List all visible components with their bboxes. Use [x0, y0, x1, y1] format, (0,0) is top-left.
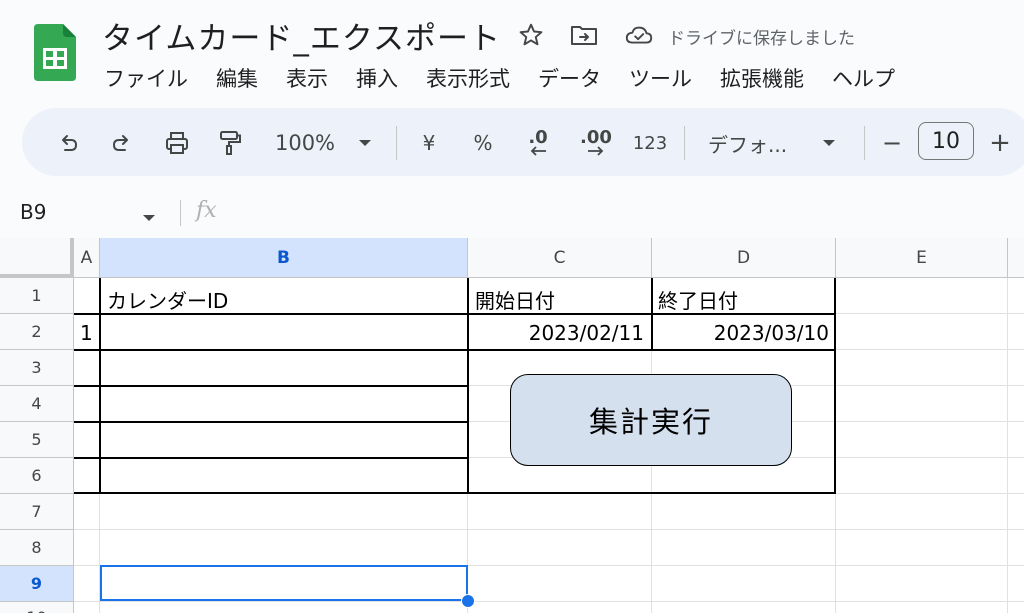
save-status[interactable]: ドライブに保存しました — [668, 24, 855, 49]
fill-handle[interactable] — [461, 594, 475, 608]
select-all-corner[interactable] — [0, 238, 74, 278]
toolbar: 100% ¥ % .0 .00 123 デフォ... − 10 + — [22, 108, 1024, 176]
formula-bar-divider — [180, 200, 181, 226]
decrease-decimal-button[interactable]: .0 — [518, 128, 558, 158]
name-box[interactable]: B9 — [20, 200, 46, 224]
paint-format-icon[interactable] — [214, 128, 246, 158]
cell-c1[interactable]: 開始日付 — [475, 285, 555, 314]
menu-bar: ファイル 編集 表示 挿入 表示形式 データ ツール 拡張機能 ヘルプ — [104, 63, 923, 93]
menu-file[interactable]: ファイル — [104, 63, 188, 93]
row-header-2[interactable]: 2 — [0, 314, 74, 350]
run-aggregation-button[interactable]: 集計実行 — [510, 374, 792, 466]
move-to-folder-icon[interactable] — [569, 20, 599, 50]
row-header-8[interactable]: 8 — [0, 530, 74, 566]
column-header-f[interactable] — [1008, 238, 1024, 278]
column-header-d[interactable]: D — [652, 238, 836, 278]
row-header-7[interactable]: 7 — [0, 494, 74, 530]
menu-extensions[interactable]: 拡張機能 — [720, 63, 804, 93]
document-title[interactable]: タイムカード_エクスポート — [102, 13, 501, 58]
menu-help[interactable]: ヘルプ — [832, 63, 895, 93]
arrow-left-icon — [530, 146, 546, 156]
sheets-logo-icon[interactable] — [34, 24, 76, 81]
column-header-c[interactable]: C — [468, 238, 652, 278]
star-icon[interactable] — [516, 20, 546, 50]
increase-decimal-label: .00 — [580, 127, 612, 148]
selected-cell-b9[interactable] — [100, 565, 468, 601]
menu-insert[interactable]: 挿入 — [356, 63, 398, 93]
menu-edit[interactable]: 編集 — [216, 63, 258, 93]
cell-a2[interactable]: 1 — [80, 321, 93, 345]
row-header-10[interactable]: 10 — [0, 602, 74, 613]
row-header-9[interactable]: 9 — [0, 566, 74, 602]
percent-format-button[interactable]: % — [470, 128, 496, 158]
row-header-6[interactable]: 6 — [0, 458, 74, 494]
row-header-5[interactable]: 5 — [0, 422, 74, 458]
row-header-3[interactable]: 3 — [0, 350, 74, 386]
print-icon[interactable] — [160, 128, 194, 158]
column-header-b[interactable]: B — [100, 238, 468, 278]
currency-format-button[interactable]: ¥ — [416, 128, 442, 158]
menu-data[interactable]: データ — [538, 63, 601, 93]
zoom-dropdown-icon[interactable] — [354, 128, 376, 158]
font-size-increase-button[interactable]: + — [988, 128, 1012, 158]
cell-b1[interactable]: カレンダーID — [107, 285, 228, 314]
redo-icon[interactable] — [106, 128, 138, 158]
menu-tools[interactable]: ツール — [629, 63, 692, 93]
arrow-right-icon — [588, 146, 604, 156]
cloud-saved-icon[interactable] — [624, 20, 654, 50]
undo-icon[interactable] — [52, 128, 84, 158]
sheet-grid[interactable]: A B C D E 1 2 3 4 5 6 7 8 9 10 カレンダーID 開… — [0, 238, 1024, 613]
increase-decimal-button[interactable]: .00 — [574, 128, 618, 158]
row-header-1[interactable]: 1 — [0, 278, 74, 314]
font-family-select[interactable]: デフォ... — [708, 128, 800, 158]
font-size-decrease-button[interactable]: − — [880, 128, 904, 158]
fx-icon: fx — [196, 198, 217, 223]
menu-view[interactable]: 表示 — [286, 63, 328, 93]
column-header-a[interactable]: A — [74, 238, 100, 278]
zoom-select[interactable]: 100% — [272, 128, 338, 158]
cell-d1[interactable]: 終了日付 — [658, 285, 738, 314]
name-box-dropdown-icon[interactable] — [142, 208, 156, 227]
decrease-decimal-label: .0 — [528, 127, 548, 148]
number-format-button[interactable]: 123 — [630, 128, 670, 158]
font-size-input[interactable]: 10 — [918, 122, 974, 160]
row-header-4[interactable]: 4 — [0, 386, 74, 422]
cell-c2[interactable]: 2023/02/11 — [468, 321, 644, 345]
cell-d2[interactable]: 2023/03/10 — [652, 321, 829, 345]
menu-format[interactable]: 表示形式 — [426, 63, 510, 93]
column-header-e[interactable]: E — [836, 238, 1008, 278]
font-dropdown-icon[interactable] — [818, 128, 840, 158]
